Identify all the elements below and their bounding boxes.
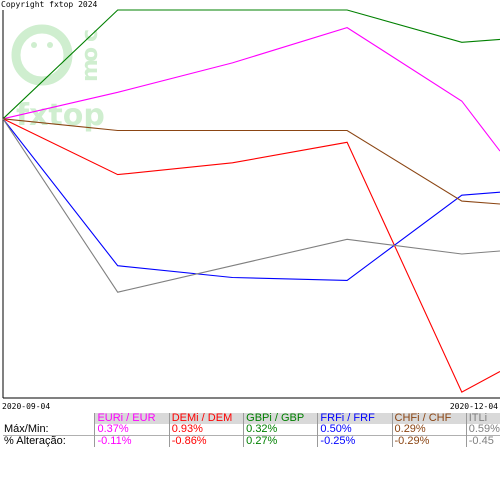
- series-maxmin-5: 0.59%: [465, 424, 500, 436]
- maxmin-label: Máx/Min:: [3, 424, 95, 436]
- stats-corner-cell: [3, 413, 95, 424]
- copyright-text: Copyright fxtop 2024: [1, 0, 98, 9]
- stats-header-row: EURi / EUR DEMi / DEM GBPi / GBP FRFi / FRF…: [3, 413, 500, 424]
- watermark-eye-icon: [47, 42, 53, 48]
- series-line-5: [2, 118, 500, 293]
- series-header-2: GBPi / GBP: [243, 413, 318, 424]
- watermark-smiley-icon: [11, 24, 73, 86]
- series-header-5: ITLi: [465, 413, 500, 424]
- watermark-eye-icon: [31, 42, 37, 48]
- series-change-3: -0.25%: [317, 435, 393, 447]
- x-tick-end: 2020-12-04: [449, 402, 498, 411]
- series-change-4: -0.29%: [391, 435, 467, 447]
- series-header-3: FRFi / FRF: [317, 413, 393, 424]
- series-header-0: EURi / EUR: [94, 413, 170, 424]
- fxtop-watermark: comfxtop: [11, 24, 105, 133]
- series-change-2: 0.27%: [243, 435, 318, 447]
- series-maxmin-4: 0.29%: [391, 424, 467, 436]
- series-line-1: [2, 118, 500, 393]
- stats-maxmin-row: Máx/Min: 0.37% 0.93% 0.32% 0.50% 0.29% 0.59%: [3, 424, 500, 436]
- series-maxmin-3: 0.50%: [317, 424, 393, 436]
- stats-table: EURi / EUR DEMi / DEM GBPi / GBP FRFi / FRF…: [3, 413, 500, 447]
- series-maxmin-0: 0.37%: [94, 424, 170, 436]
- series-change-0: -0.11%: [94, 435, 170, 447]
- series-maxmin-1: 0.93%: [168, 424, 244, 436]
- x-tick-start: 2020-09-04: [2, 402, 51, 411]
- series-change-5: -0.45: [465, 435, 500, 447]
- series-header-1: DEMi / DEM: [168, 413, 244, 424]
- series-change-1: -0.86%: [168, 435, 244, 447]
- change-label: % Alteração:: [3, 435, 95, 447]
- series-line-3: [2, 118, 500, 281]
- series-header-4: CHFi / CHF: [391, 413, 467, 424]
- series-maxmin-2: 0.32%: [243, 424, 318, 436]
- watermark-letter: m: [78, 59, 103, 82]
- stats-change-row: % Alteração: -0.11% -0.86% 0.27% -0.25% -0.2…: [3, 435, 500, 447]
